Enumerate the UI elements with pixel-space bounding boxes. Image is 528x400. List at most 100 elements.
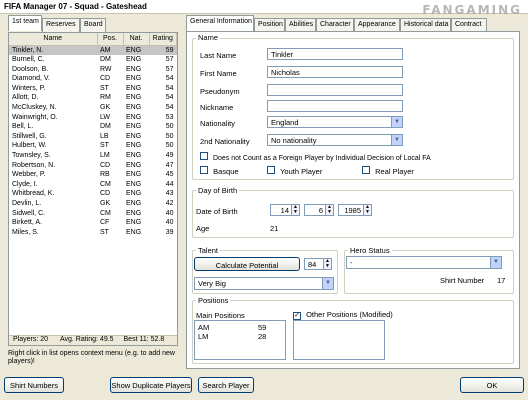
player-table[interactable]: Name Pos. Nat. Rating Tinkler, N. AM ENG 59…	[9, 33, 177, 237]
tab-historical-data[interactable]: Historical data	[400, 18, 451, 32]
chevron-down-icon[interactable]: ▼	[391, 117, 402, 127]
foreign-player-checkbox[interactable]	[200, 152, 208, 160]
table-row[interactable]: Allott, D. RM ENG 54	[9, 93, 177, 103]
ok-button[interactable]: OK	[460, 377, 524, 393]
column-name[interactable]: Name	[9, 33, 98, 46]
other-positions-list[interactable]	[293, 320, 385, 360]
talent-stepper[interactable]: 84 ▲ ▼	[304, 258, 332, 270]
youth-checkbox[interactable]	[267, 166, 275, 174]
last-name-field[interactable]: Tinkler	[267, 48, 403, 60]
column-rating[interactable]: Rating	[149, 33, 177, 46]
spin-arrows-icon[interactable]: ▲ ▼	[323, 259, 331, 269]
table-row[interactable]: Doolson, B. RW ENG 57	[9, 65, 177, 75]
dob-year-stepper[interactable]: 1985 ▲ ▼	[338, 204, 372, 216]
column-nationality[interactable]: Nat.	[123, 33, 150, 46]
player-name-cell: Bell, L.	[12, 123, 34, 131]
player-nationality-cell: ENG	[126, 190, 142, 198]
table-row[interactable]: Bell, L. DM ENG 50	[9, 122, 177, 132]
age-label: Age	[196, 224, 210, 233]
tab-general-information[interactable]: General Information	[186, 15, 254, 31]
list-item[interactable]: LM 28	[198, 332, 282, 341]
player-nationality-cell: ENG	[126, 209, 142, 217]
column-position[interactable]: Pos.	[97, 33, 124, 46]
best-eleven: Best 11: 52.8	[123, 336, 165, 343]
real-player-checkbox[interactable]	[362, 166, 370, 174]
tab-1st-team[interactable]: 1st team	[8, 15, 42, 31]
basque-checkbox[interactable]	[200, 166, 208, 174]
player-rating-cell: 57	[165, 56, 174, 64]
nickname-field[interactable]	[267, 100, 403, 112]
tab-appearance[interactable]: Appearance	[354, 18, 400, 32]
table-row[interactable]: Webber, P. RB ENG 45	[9, 170, 177, 180]
main-positions-label: Main Positions	[196, 311, 245, 320]
table-row[interactable]: Winters, P. ST ENG 54	[9, 84, 177, 94]
main-positions-list[interactable]: AM 59 LM 28	[194, 320, 286, 360]
player-nationality-cell: ENG	[126, 228, 142, 236]
tab-character[interactable]: Character	[316, 18, 354, 32]
dob-day-stepper[interactable]: 14 ▲ ▼	[270, 204, 300, 216]
chevron-down-icon[interactable]: ▼	[490, 257, 501, 268]
player-nationality-cell: ENG	[126, 142, 142, 150]
first-name-field[interactable]: Nicholas	[267, 66, 403, 78]
player-nationality-cell: ENG	[126, 84, 142, 92]
dob-group-title: Day of Birth	[196, 186, 240, 195]
spin-arrows-icon[interactable]: ▲ ▼	[325, 205, 333, 215]
table-row[interactable]: Whitbread, K. CD ENG 43	[9, 189, 177, 199]
table-row[interactable]: Miles, S. ST ENG 39	[9, 228, 177, 238]
talent-value: 84	[308, 260, 317, 269]
pseudonym-field[interactable]	[267, 84, 403, 96]
chevron-down-icon[interactable]: ▼	[322, 278, 333, 289]
table-row[interactable]: Hulbert, W. ST ENG 50	[9, 141, 177, 151]
player-name-cell: Whitbread, K.	[12, 190, 55, 198]
table-row[interactable]: Robertson, N. CD ENG 47	[9, 161, 177, 171]
foreign-player-option[interactable]: Does not Count as a Foreign Player by In…	[200, 152, 431, 162]
table-row[interactable]: Stillwell, G. LB ENG 50	[9, 132, 177, 142]
spin-arrows-icon[interactable]: ▲ ▼	[363, 205, 371, 215]
nationality-dropdown[interactable]: England ▼	[267, 116, 403, 128]
chevron-down-icon[interactable]: ▼	[391, 135, 402, 145]
table-row[interactable]: Clyde, I. CM ENG 44	[9, 180, 177, 190]
spin-arrows-icon[interactable]: ▲ ▼	[291, 205, 299, 215]
table-row[interactable]: Tinkler, N. AM ENG 59	[9, 45, 177, 56]
hero-status-dropdown[interactable]: - ▼	[346, 256, 502, 269]
check-icon[interactable]: ✓	[293, 312, 301, 320]
talent-level-value: Very Big	[198, 279, 226, 288]
players-count: Players: 20	[13, 336, 49, 343]
table-row[interactable]: Sidwell, C. CM ENG 40	[9, 209, 177, 219]
table-row[interactable]: Diamond, V. CD ENG 54	[9, 74, 177, 84]
player-nationality-cell: ENG	[126, 75, 142, 83]
nationality2-dropdown[interactable]: No nationality ▼	[267, 134, 403, 146]
player-position-cell: DM	[100, 123, 111, 131]
calculate-potential-button[interactable]: Calculate Potential	[194, 257, 300, 271]
shirt-numbers-button[interactable]: Shirt Numbers	[4, 377, 64, 393]
tab-board[interactable]: Board	[80, 18, 106, 32]
search-player-button[interactable]: Search Player	[198, 377, 254, 393]
first-name-label: First Name	[200, 69, 237, 78]
real-option[interactable]: Real Player	[362, 166, 414, 176]
show-duplicate-players-button[interactable]: Show Duplicate Players	[110, 377, 192, 393]
list-item[interactable]: AM 59	[198, 323, 282, 332]
table-row[interactable]: Birkett, A. CF ENG 40	[9, 218, 177, 228]
table-row[interactable]: McCluskey, N. GK ENG 54	[9, 103, 177, 113]
player-rating-cell: 50	[165, 132, 174, 140]
tab-reserves[interactable]: Reserves	[42, 18, 80, 32]
tab-position[interactable]: Position	[254, 18, 285, 32]
table-row[interactable]: Burnell, C. DM ENG 57	[9, 55, 177, 65]
youth-option[interactable]: Youth Player	[267, 166, 322, 176]
tab-contract[interactable]: Contract	[451, 18, 487, 32]
player-position-cell: CF	[100, 219, 110, 227]
player-position-cell: RW	[100, 65, 112, 73]
tab-abilities[interactable]: Abilities	[285, 18, 316, 32]
player-nationality-cell: ENG	[126, 104, 142, 112]
table-row[interactable]: Wainwright, O. LW ENG 53	[9, 113, 177, 123]
dob-month-stepper[interactable]: 6 ▲ ▼	[304, 204, 334, 216]
player-name-cell: Robertson, N.	[12, 161, 56, 169]
other-positions-option[interactable]: ✓ Other Positions (Modified)	[293, 310, 393, 320]
player-rating-cell: 53	[165, 113, 174, 121]
table-row[interactable]: Townsley, S. LM ENG 49	[9, 151, 177, 161]
table-row[interactable]: Devlin, L. GK ENG 42	[9, 199, 177, 209]
age-value: 21	[270, 224, 279, 233]
player-position-cell: CM	[100, 180, 111, 188]
basque-option[interactable]: Basque	[200, 166, 239, 176]
talent-level-dropdown[interactable]: Very Big ▼	[194, 277, 334, 290]
